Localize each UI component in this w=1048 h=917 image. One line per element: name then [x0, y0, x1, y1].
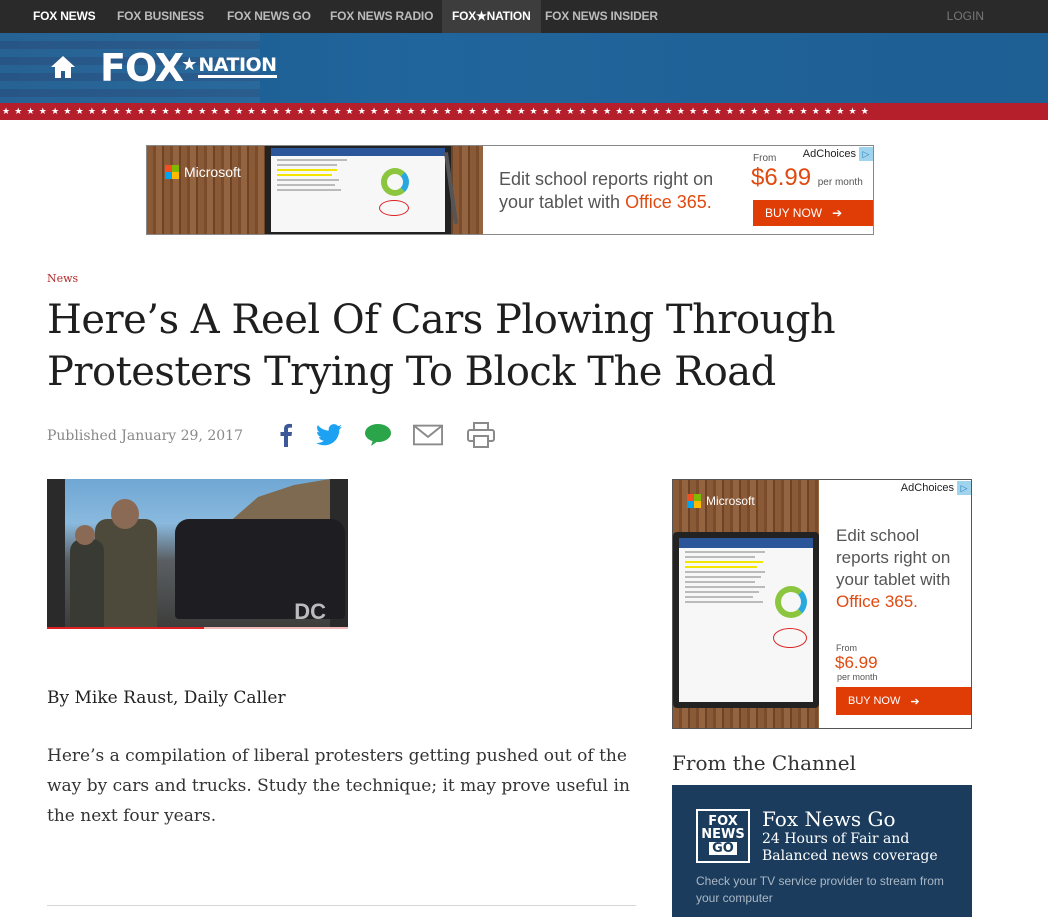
byline: By Mike Raust, Daily Caller — [47, 688, 286, 708]
nav-fox-news-go[interactable]: FOX NEWS GO — [227, 0, 311, 33]
article-headline: Here’s A Reel Of Cars Plowing Through Pr… — [47, 297, 836, 395]
fox-nation-logo[interactable]: FOX ★ NATION — [100, 48, 277, 88]
sidebar-ad[interactable]: Microsoft AdChoices ▷ Edit school reports… — [672, 479, 972, 729]
twitter-icon[interactable] — [314, 420, 344, 450]
video-player[interactable]: DC — [47, 479, 348, 629]
side-ad-per-month: per month — [837, 672, 878, 682]
stars-strip: ★★★★★★★★★★★★★★★★★★★★★★★★★★★★★★★★★★★★★★★★… — [0, 103, 1048, 120]
print-icon[interactable] — [466, 420, 496, 450]
tablet-image — [673, 532, 819, 708]
fox-news-go-logo: FOX NEWS GO — [696, 809, 750, 863]
side-ad-buy-button[interactable]: BUY NOW ➔ — [836, 687, 971, 715]
top-ad-buy-button[interactable]: BUY NOW ➔ — [753, 200, 873, 226]
login-link[interactable]: LOGIN — [947, 0, 984, 33]
adchoices-icon: ▷ — [859, 147, 873, 161]
tablet-image — [265, 146, 451, 234]
ad-brand: Microsoft — [184, 164, 241, 180]
video-thumbnail — [65, 479, 345, 629]
promo-note: Check your TV service provider to stream… — [696, 874, 944, 905]
nav-fox-nation[interactable]: FOX★NATION — [442, 0, 541, 33]
arrow-right-icon: ➔ — [910, 695, 920, 708]
side-ad-from: From — [836, 643, 857, 653]
ad-brand: Microsoft — [706, 494, 755, 508]
comment-icon[interactable] — [363, 420, 393, 450]
side-ad-copy: Edit school reports right on your tablet… — [836, 526, 951, 611]
adchoices-link[interactable]: AdChoices ▷ — [798, 146, 873, 162]
site-header: FOX ★ NATION — [0, 33, 1048, 103]
nav-fox-business[interactable]: FOX BUSINESS — [117, 0, 204, 33]
facebook-icon[interactable] — [271, 420, 301, 450]
nav-fox-news[interactable]: FOX NEWS — [33, 0, 96, 33]
adchoices-link[interactable]: AdChoices ▷ — [896, 480, 971, 496]
logo-fox: FOX — [100, 46, 184, 90]
article-divider — [47, 905, 636, 906]
promo-subtitle: 24 Hours of Fair and Balanced news cover… — [762, 831, 938, 864]
top-ad-copy: Edit school reports right on your tablet… — [499, 169, 714, 212]
email-icon[interactable] — [413, 420, 443, 450]
video-watermark: DC — [294, 599, 326, 624]
logo-nation: NATION — [198, 53, 277, 78]
video-progress-bar[interactable] — [47, 627, 348, 629]
fox-news-go-promo[interactable]: FOX NEWS GO Fox News Go 24 Hours of Fair… — [672, 785, 972, 917]
article-body: Here’s a compilation of liberal proteste… — [47, 746, 630, 826]
published-date: Published January 29, 2017 — [47, 428, 243, 444]
side-ad-price: $6.99 — [835, 653, 878, 672]
top-banner-ad[interactable]: Microsoft Edit school reports right on y… — [146, 145, 874, 235]
adchoices-icon: ▷ — [957, 481, 971, 495]
promo-title: Fox News Go — [762, 807, 896, 831]
microsoft-logo: Microsoft — [687, 494, 755, 508]
top-ad-price: $6.99 per month — [751, 164, 863, 191]
microsoft-squares-icon — [165, 165, 179, 179]
home-icon[interactable] — [50, 55, 76, 79]
logo-star-icon: ★ — [181, 53, 198, 74]
top-ad-from: From — [753, 153, 777, 164]
nav-fox-news-insider[interactable]: FOX NEWS INSIDER — [545, 0, 658, 33]
microsoft-logo: Microsoft — [165, 164, 241, 180]
category-link[interactable]: News — [47, 272, 78, 285]
microsoft-squares-icon — [687, 494, 701, 508]
channel-heading: From the Channel — [672, 751, 857, 775]
arrow-right-icon: ➔ — [832, 206, 843, 220]
network-nav: FOX NEWS FOX BUSINESS FOX NEWS GO FOX NE… — [0, 0, 1048, 33]
nav-fox-news-radio[interactable]: FOX NEWS RADIO — [330, 0, 433, 33]
